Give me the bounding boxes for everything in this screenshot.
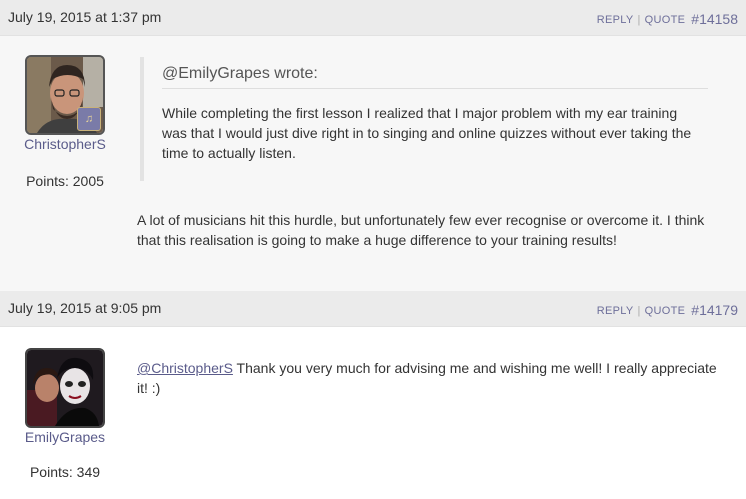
post-body: ♫ ChristopherS Points: 2005 @EmilyGrapes… — [0, 36, 746, 291]
mention-link[interactable]: @ChristopherS — [137, 360, 233, 376]
music-badge-icon: ♫ — [77, 107, 101, 131]
reply-link[interactable]: REPLY — [597, 14, 634, 26]
quote-text: While completing the first lesson I real… — [162, 105, 692, 161]
post-body: EmilyGrapes Points: 349 @ChristopherS Th… — [0, 327, 746, 499]
author-name[interactable]: ChristopherS — [0, 136, 130, 152]
post-date: July 19, 2015 at 1:37 pm — [8, 9, 162, 25]
post-date: July 19, 2015 at 9:05 pm — [8, 300, 162, 316]
blockquote: @EmilyGrapes wrote: While completing the… — [140, 57, 710, 181]
post-number-link[interactable]: #14179 — [691, 302, 738, 318]
post-content: @ChristopherS Thank you very much for ad… — [137, 358, 727, 398]
quote-link[interactable]: QUOTE — [645, 14, 686, 26]
avatar[interactable] — [25, 348, 105, 428]
author-points: Points: 349 — [29, 464, 101, 480]
author-points: Points: 2005 — [26, 173, 104, 189]
post-content: A lot of musicians hit this hurdle, but … — [137, 212, 705, 248]
separator: | — [637, 305, 641, 317]
avatar[interactable]: ♫ — [25, 55, 105, 135]
quote-link[interactable]: QUOTE — [645, 305, 686, 317]
post-number-link[interactable]: #14158 — [691, 11, 738, 27]
separator: | — [637, 14, 641, 26]
author-name[interactable]: EmilyGrapes — [0, 429, 130, 445]
post-header: July 19, 2015 at 9:05 pm REPLY | QUOTE #141… — [0, 291, 746, 327]
post-header: July 19, 2015 at 1:37 pm REPLY | QUOTE #141… — [0, 0, 746, 36]
post-actions: REPLY | QUOTE #14179 — [597, 301, 738, 318]
post-actions: REPLY | QUOTE #14158 — [597, 10, 738, 27]
avatar-image-emily — [27, 350, 103, 426]
quote-header: @EmilyGrapes wrote: — [162, 65, 708, 89]
reply-link[interactable]: REPLY — [597, 305, 634, 317]
